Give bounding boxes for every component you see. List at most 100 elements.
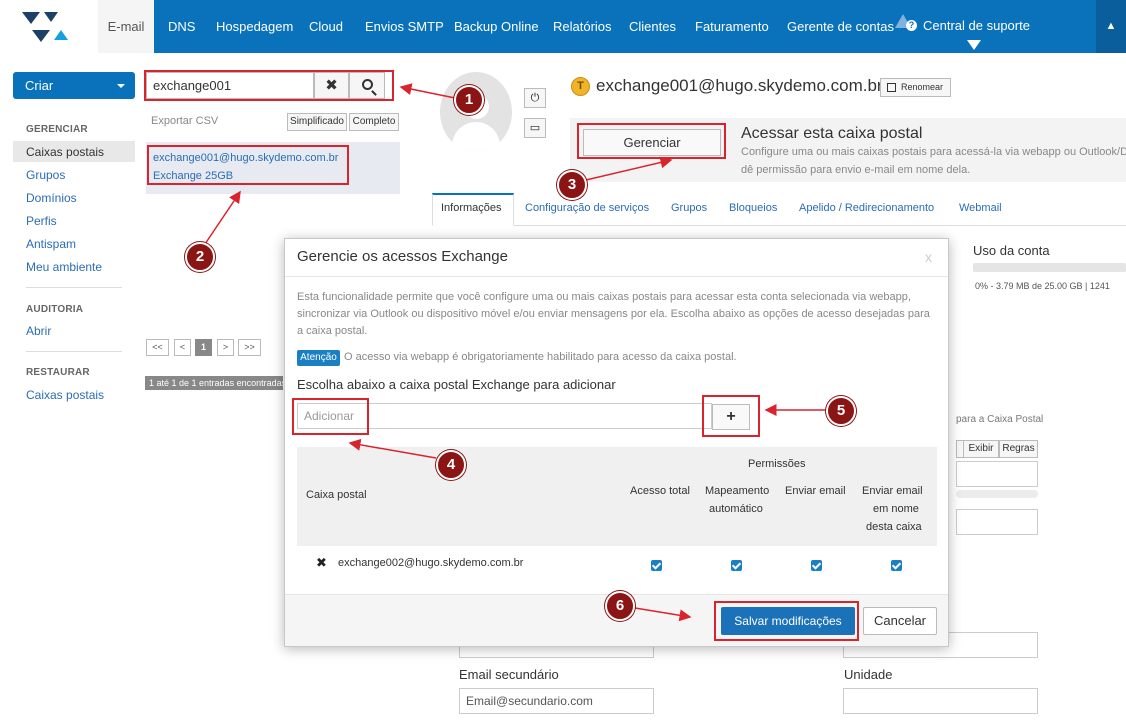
col-permissions: Permissões xyxy=(748,458,806,470)
sidebar-item-perfis[interactable]: Perfis xyxy=(26,214,57,228)
create-button[interactable]: Criar xyxy=(13,72,135,99)
checkbox-full-access[interactable] xyxy=(651,560,662,571)
close-icon: ✖ xyxy=(316,555,327,570)
highlight-box-search xyxy=(144,70,394,101)
modal-description-line-1: Esta funcionalidade permite que você con… xyxy=(297,291,911,303)
unit-input[interactable] xyxy=(843,688,1038,714)
callout-3: 3 xyxy=(557,170,587,200)
tab-webmail[interactable]: Webmail xyxy=(959,202,1002,214)
sidebar-item-grupos[interactable]: Grupos xyxy=(26,168,65,182)
choose-mailbox-title: Escolha abaixo a caixa postal Exchange p… xyxy=(297,377,616,392)
modal-description-line-3: a caixa postal. xyxy=(297,325,368,337)
sidebar-divider xyxy=(26,287,122,288)
modal-divider xyxy=(285,276,948,277)
secondary-email-input[interactable]: Email@secundario.com xyxy=(459,688,654,714)
col-send-on-behalf-3: desta caixa xyxy=(866,521,922,533)
nav-dns[interactable]: DNS xyxy=(168,0,195,53)
power-button[interactable]: ⏻ xyxy=(524,88,546,108)
col-send-email: Enviar email xyxy=(785,485,846,497)
sidebar-heading-auditoria: AUDITORIA xyxy=(26,304,84,315)
callout-6: 6 xyxy=(605,591,635,621)
access-description-2: dê permissão para envio e-mail em nome d… xyxy=(741,164,971,176)
sidebar-item-abrir[interactable]: Abrir xyxy=(26,324,51,338)
account-type-badge: T xyxy=(571,77,590,96)
sidebar-divider xyxy=(26,351,122,352)
arrow-2 xyxy=(204,190,241,245)
tabs-divider xyxy=(432,225,1126,226)
help-icon: ? xyxy=(906,20,917,31)
highlight-box-add-input xyxy=(292,398,369,435)
col-auto-mapping-2: automático xyxy=(709,503,763,515)
rules-button[interactable]: Regras xyxy=(999,440,1038,458)
highlight-box-save xyxy=(714,601,859,641)
tab-apelido-redirecionamento[interactable]: Apelido / Redirecionamento xyxy=(799,202,934,214)
sidebar-item-meu-ambiente[interactable]: Meu ambiente xyxy=(26,260,102,274)
edit-icon xyxy=(887,83,896,92)
pagination-next[interactable]: > xyxy=(217,339,234,356)
attention-text: O acesso via webapp é obrigatoriamente h… xyxy=(344,351,737,363)
secondary-email-label: Email secundário xyxy=(459,667,559,682)
sidebar-heading-restaurar: RESTAURAR xyxy=(26,367,90,378)
right-field-2[interactable] xyxy=(956,509,1038,535)
sidebar-item-caixas-postais[interactable]: Caixas postais xyxy=(26,145,104,159)
nav-cloud[interactable]: Cloud xyxy=(309,0,343,53)
col-send-on-behalf: Enviar email xyxy=(862,485,923,497)
nav-backup-online[interactable]: Backup Online xyxy=(454,0,539,53)
callout-1: 1 xyxy=(454,85,484,115)
caret-down-icon xyxy=(117,84,125,88)
nav-envios-smtp[interactable]: Envios SMTP xyxy=(365,0,444,53)
mailbox-label: para a Caixa Postal xyxy=(956,414,1044,425)
sidebar-item-antispam[interactable]: Antispam xyxy=(26,237,76,251)
sidebar-heading-gerenciar: GERENCIAR xyxy=(26,124,88,135)
tab-configuracao-de-servicos[interactable]: Configuração de serviços xyxy=(525,202,649,214)
pagination-prev[interactable]: < xyxy=(174,339,191,356)
checkbox-send-on-behalf[interactable] xyxy=(891,560,902,571)
rename-button[interactable]: Renomear xyxy=(880,78,951,97)
close-icon[interactable]: x xyxy=(925,249,932,265)
tab-informacoes[interactable]: Informações xyxy=(441,202,502,214)
account-title: exchange001@hugo.skydemo.com.br xyxy=(596,76,883,95)
tab-grupos[interactable]: Grupos xyxy=(671,202,707,214)
right-field[interactable] xyxy=(956,461,1038,487)
tab-bloqueios[interactable]: Bloqueios xyxy=(729,202,777,214)
modal-description-line-2: sincronizar via Outlook ou dispositivo m… xyxy=(297,308,930,320)
usage-text: 0% - 3.79 MB de 25.00 GB | 1241 xyxy=(975,281,1110,291)
col-mailbox: Caixa postal xyxy=(306,489,367,501)
access-description: Configure uma ou mais caixas postais par… xyxy=(741,146,1126,158)
active-indicator-icon xyxy=(967,40,981,50)
complete-button[interactable]: Completo xyxy=(349,113,399,131)
nav-clientes[interactable]: Clientes xyxy=(629,0,676,53)
pagination-first[interactable]: << xyxy=(146,339,169,356)
col-full-access: Acesso total xyxy=(630,485,690,497)
callout-5: 5 xyxy=(826,396,856,426)
nav-gerente-de-contas[interactable]: Gerente de contas xyxy=(787,0,894,53)
power-icon: ⏻ xyxy=(530,92,540,104)
simplified-button[interactable]: Simplificado xyxy=(287,113,347,131)
nav-email[interactable]: E-mail xyxy=(98,0,154,53)
nav-hospedagem[interactable]: Hospedagem xyxy=(216,0,293,53)
remove-row-button[interactable]: ✖ xyxy=(316,555,327,571)
pagination-page[interactable]: 1 xyxy=(195,339,212,356)
nav-faturamento[interactable]: Faturamento xyxy=(695,0,769,53)
show-button[interactable]: Exibir xyxy=(963,440,999,458)
sidebar-item-restaurar-caixas-postais[interactable]: Caixas postais xyxy=(26,388,104,402)
row-mailbox-email: exchange002@hugo.skydemo.com.br xyxy=(338,557,524,569)
unit-label: Unidade xyxy=(844,667,893,682)
pagination-last[interactable]: >> xyxy=(238,339,261,356)
delete-button[interactable]: ▭ xyxy=(524,118,546,138)
usage-label: Uso da conta xyxy=(973,243,1050,258)
cancel-button[interactable]: Cancelar xyxy=(863,607,937,635)
modal-title: Gerencie os acessos Exchange xyxy=(297,248,508,265)
sidebar-item-dominios[interactable]: Domínios xyxy=(26,191,77,205)
callout-2: 2 xyxy=(185,242,215,272)
col-send-on-behalf-2: em nome xyxy=(873,503,919,515)
col-auto-mapping: Mapeamento xyxy=(705,485,770,497)
highlight-box-manage xyxy=(577,123,726,159)
checkbox-send-email[interactable] xyxy=(811,560,822,571)
bell-icon[interactable]: ▲ xyxy=(1096,0,1126,53)
nav-relatorios[interactable]: Relatórios xyxy=(553,0,612,53)
checkbox-auto-mapping[interactable] xyxy=(731,560,742,571)
export-csv-link[interactable]: Exportar CSV xyxy=(151,115,218,127)
logo[interactable] xyxy=(0,0,98,53)
right-bar xyxy=(956,490,1038,498)
